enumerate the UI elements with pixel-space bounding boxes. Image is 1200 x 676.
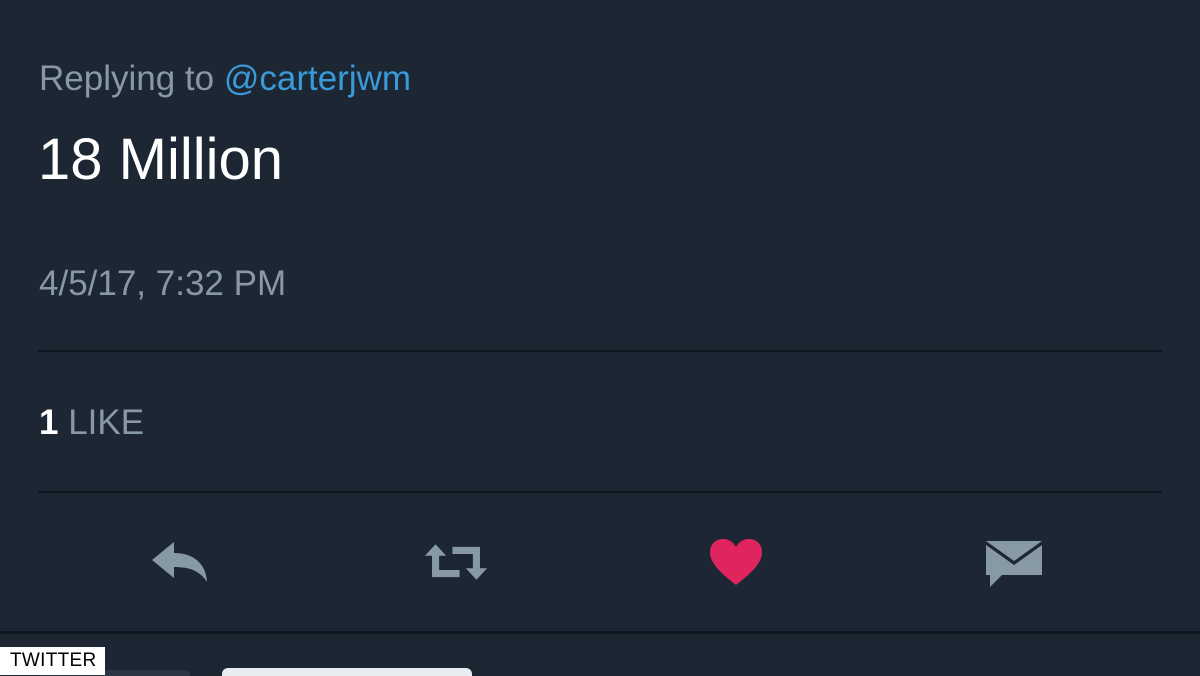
direct-message-button[interactable] — [982, 532, 1046, 592]
replying-to-label: Replying to — [39, 59, 224, 98]
likes-label: LIKE — [58, 403, 145, 442]
likes-count: 1 — [39, 403, 59, 442]
likes-stat[interactable]: 1 LIKE — [39, 400, 144, 446]
replying-to-line: Replying to @carterjwm — [39, 56, 411, 102]
heart-icon — [710, 539, 762, 585]
tweet-text: 18 Million — [38, 127, 283, 192]
reply-icon — [152, 542, 207, 582]
divider — [38, 350, 1162, 352]
next-tweet-partial — [0, 634, 1200, 676]
retweet-icon — [424, 544, 488, 580]
next-tweet-author-name — [222, 668, 472, 676]
source-watermark: TWITTER — [0, 647, 105, 675]
tweet-timestamp: 4/5/17, 7:32 PM — [39, 264, 287, 303]
envelope-icon — [986, 541, 1042, 587]
retweet-button[interactable] — [424, 532, 488, 592]
like-button[interactable] — [704, 532, 768, 592]
tweet-detail-screen: Replying to @carterjwm 18 Million 4/5/17… — [0, 0, 1200, 676]
divider — [38, 491, 1162, 493]
reply-button[interactable] — [148, 532, 212, 592]
replying-to-handle-link[interactable]: @carterjwm — [224, 59, 411, 98]
